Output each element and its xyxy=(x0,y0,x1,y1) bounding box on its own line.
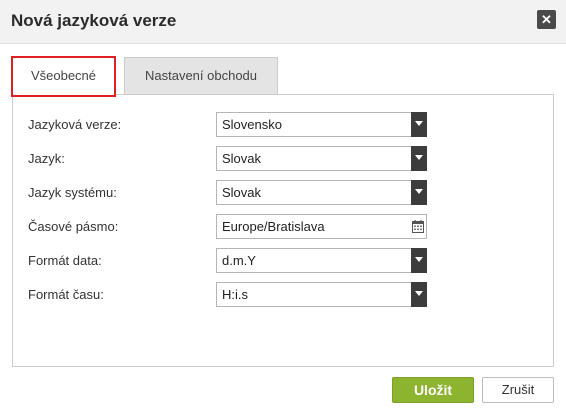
form-row-language-version: Jazyková verze: Slovensko xyxy=(13,112,553,138)
select-value: d.m.Y xyxy=(222,253,256,268)
form-row-date-format: Formát data: d.m.Y xyxy=(13,248,553,274)
tab-label: Nastavení obchodu xyxy=(144,68,258,83)
tab-label: Všeobecné xyxy=(30,68,97,83)
chevron-down-icon xyxy=(411,112,427,137)
select-value: Slovensko xyxy=(222,117,282,132)
language-version-select[interactable]: Slovensko xyxy=(216,112,427,137)
field-label: Formát data: xyxy=(28,253,102,268)
tab-general[interactable]: Všeobecné xyxy=(12,57,115,96)
input-value: Europe/Bratislava xyxy=(222,219,325,234)
language-select[interactable]: Slovak xyxy=(216,146,427,171)
select-value: Slovak xyxy=(222,185,262,200)
chevron-down-icon xyxy=(411,282,427,307)
select-value: H:i.s xyxy=(222,287,248,302)
dialog-titlebar: Nová jazyková verze ✕ xyxy=(0,0,566,44)
form-row-timezone: Časové pásmo: Europe/Bratislava xyxy=(13,214,553,240)
field-label: Časové pásmo: xyxy=(28,219,119,234)
tab-shop-settings[interactable]: Nastavení obchodu xyxy=(124,57,278,95)
new-language-version-dialog: Nová jazyková verze ✕ Nastavení obchodu … xyxy=(0,0,566,411)
field-label: Jazyk systému: xyxy=(28,185,117,200)
field-label: Jazyk: xyxy=(28,151,65,166)
cancel-button[interactable]: Zrušit xyxy=(482,377,554,403)
chevron-down-icon xyxy=(411,248,427,273)
close-icon: ✕ xyxy=(541,12,552,27)
close-button[interactable]: ✕ xyxy=(537,10,556,29)
timezone-input[interactable]: Europe/Bratislava xyxy=(216,214,427,239)
chevron-down-icon xyxy=(411,180,427,205)
select-value: Slovak xyxy=(222,151,262,166)
tab-panel-general: Jazyková verze: Slovensko Jazyk: Slovak … xyxy=(12,94,554,367)
save-button[interactable]: Uložit xyxy=(392,377,474,403)
chevron-down-icon xyxy=(411,146,427,171)
form-row-system-language: Jazyk systému: Slovak xyxy=(13,180,553,206)
dialog-title: Nová jazyková verze xyxy=(11,11,177,30)
calendar-icon[interactable] xyxy=(412,220,424,233)
time-format-select[interactable]: H:i.s xyxy=(216,282,427,307)
form-row-time-format: Formát času: H:i.s xyxy=(13,282,553,308)
date-format-select[interactable]: d.m.Y xyxy=(216,248,427,273)
system-language-select[interactable]: Slovak xyxy=(216,180,427,205)
field-label: Formát času: xyxy=(28,287,104,302)
field-label: Jazyková verze: xyxy=(28,117,122,132)
form-row-language: Jazyk: Slovak xyxy=(13,146,553,172)
